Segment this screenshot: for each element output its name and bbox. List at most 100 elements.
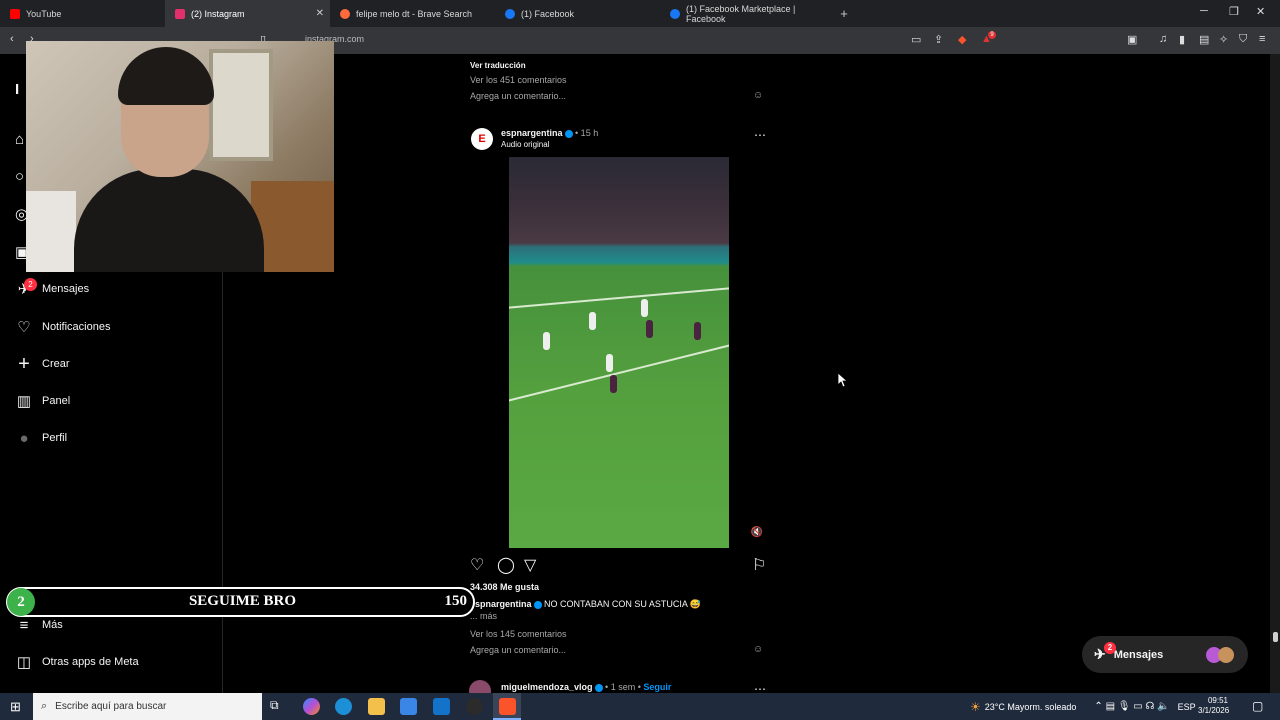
tab-youtube[interactable]: YouTube [0,0,165,27]
taskbar-search[interactable]: ⌕ Escribe aquí para buscar [33,693,262,720]
page-scrollbar[interactable] [1270,54,1280,693]
edge-icon[interactable] [335,698,352,715]
tab-bar: YouTube (2) Instagram ✕ felipe melo dt - … [0,0,1280,27]
more-options-icon[interactable]: ⋯ [754,682,766,693]
restore-icon[interactable]: ❐ [1229,5,1239,18]
translate-link[interactable]: Ver traducción [470,61,526,70]
next-post-username[interactable]: miguelmendoza_vlog [501,682,593,692]
comment-input[interactable]: Agrega un comentario... [470,645,566,655]
more-options-icon[interactable]: ⋯ [754,128,766,142]
back-icon[interactable]: ‹ [10,33,14,45]
new-tab-button[interactable]: + [834,6,854,21]
sidebar-item-perfil[interactable]: ● Perfil [15,429,67,447]
likes-count[interactable]: 34.308 Me gusta [470,582,539,592]
emoji-icon[interactable]: ☺ [753,90,763,101]
messages-pill[interactable]: ✈ 2 Mensajes [1082,636,1248,673]
meta-apps-icon: ◫ [16,654,32,671]
banner-number: 2 [7,588,35,616]
brave-rewards-badge: 9 [988,31,996,39]
post-audio[interactable]: Audio original [501,140,549,149]
facebook-icon [670,8,680,19]
vpn-icon[interactable]: ⛉ [1239,33,1247,46]
mute-icon[interactable]: 🔇 [751,527,763,538]
mail-icon[interactable] [433,698,450,715]
post-username[interactable]: espnargentina [501,128,563,138]
heart-icon: ♡ [17,319,31,336]
file-explorer-icon[interactable] [368,698,385,715]
sidebar-item-otras-apps[interactable]: ◫ Otras apps de Meta [15,653,139,671]
facebook-icon [505,8,515,19]
cursor-icon [837,372,849,388]
sidebar-item-mas[interactable]: ≡ Más [15,616,63,634]
comment-input[interactable]: Agrega un comentario... [470,91,566,101]
clock-time: 09:51 [1207,696,1228,705]
save-icon[interactable]: ⚐ [752,555,766,575]
sidebar-item-notificaciones[interactable]: ♡ Notificaciones [15,318,110,336]
windows-start-icon[interactable]: ⊞ [10,699,21,715]
avatar-icon: ● [19,429,29,447]
media-icon[interactable]: ♫ [1159,33,1167,45]
obs-icon[interactable] [466,698,483,715]
tab-brave-search[interactable]: felipe melo dt - Brave Search [330,0,495,27]
post-avatar[interactable] [469,680,491,693]
post-caption: espnargentina NO CONTABAN CON SU ASTUCIA… [470,599,701,610]
weather-text[interactable]: 23°C Mayorm. soleado [985,702,1077,712]
store-icon[interactable] [400,698,417,715]
sidebar-item-crear[interactable]: + Crear [15,352,69,375]
verified-icon [533,600,542,609]
cast-icon[interactable]: ▭ [911,33,921,46]
reader-icon[interactable]: ▮ [1179,33,1185,46]
next-post-header: miguelmendoza_vlog • 1 sem • Seguir [501,682,671,692]
emoji-icon[interactable]: ☺ [753,644,763,655]
copilot-icon[interactable] [303,698,320,715]
caption-username[interactable]: espnargentina [470,599,532,609]
tab-facebook-marketplace[interactable]: (1) Facebook Marketplace | Facebook [660,0,830,27]
instagram-logo-icon[interactable]: I [15,81,19,98]
close-window-icon[interactable]: ✕ [1256,5,1265,18]
youtube-icon [10,8,20,19]
minimize-icon[interactable]: ─ [1200,5,1208,17]
tab-facebook[interactable]: (1) Facebook [495,0,660,27]
language-indicator[interactable]: ESP [1178,702,1196,712]
search-icon[interactable]: ○ [15,168,24,185]
banner-label: SEGUIME BRO [188,593,297,609]
scrollbar-thumb[interactable] [1273,632,1278,642]
clock-date: 3/1/2026 [1198,706,1230,715]
tab-instagram[interactable]: (2) Instagram ✕ [165,0,330,27]
task-view-icon[interactable]: ⧉ [270,698,287,715]
video-frame [509,157,729,548]
weather-icon[interactable]: ☀ [970,700,981,714]
post-video[interactable]: 🔇 [463,157,775,548]
clock[interactable]: 09:51 3/1/2026 [1198,696,1230,716]
view-comments-link[interactable]: Ver los 451 comentarios [470,75,567,85]
close-tab-icon[interactable]: ✕ [316,8,324,19]
share-icon[interactable]: ⇪ [934,33,943,46]
post-header: espnargentina • 15 h [501,128,598,138]
post-avatar[interactable]: E [471,128,493,150]
person-body [74,169,264,272]
caption-more-link[interactable]: ... más [470,611,497,621]
home-icon[interactable]: ⌂ [15,131,24,148]
sidebar-item-panel[interactable]: ▥ Panel [15,392,70,410]
verified-icon [594,683,603,692]
caption-text: NO CONTABAN CON SU ASTUCIA 😅 [544,599,702,609]
share-icon[interactable]: ▽ [524,555,536,575]
follow-button[interactable]: Seguir [643,682,671,692]
wallet-icon[interactable]: ▤ [1199,33,1209,46]
plus-icon: + [18,352,30,375]
like-icon[interactable]: ♡ [470,555,484,575]
notification-center-icon[interactable]: ▢ [1252,699,1263,713]
chart-icon: ▥ [16,393,32,410]
view-comments-link[interactable]: Ver los 145 comentarios [470,629,567,639]
brave-shield-icon[interactable]: ◆ [958,33,966,46]
menu-icon[interactable]: ≡ [1259,33,1265,45]
brave-search-icon [340,8,350,19]
avatar [1218,647,1234,663]
leo-ai-icon[interactable]: ✧ [1219,33,1228,46]
stream-follow-banner: SEGUIME BRO 2 150 [6,587,475,617]
tray-icons[interactable]: ⌃ ▤ 🎙 ▭ ☊ 🔈 [1094,701,1169,712]
banner-count: 150 [444,593,468,609]
post-time: • 15 h [575,128,599,138]
sidebar-panel-icon[interactable]: ▣ [1127,33,1137,46]
comment-icon[interactable]: ◯ [497,555,515,575]
